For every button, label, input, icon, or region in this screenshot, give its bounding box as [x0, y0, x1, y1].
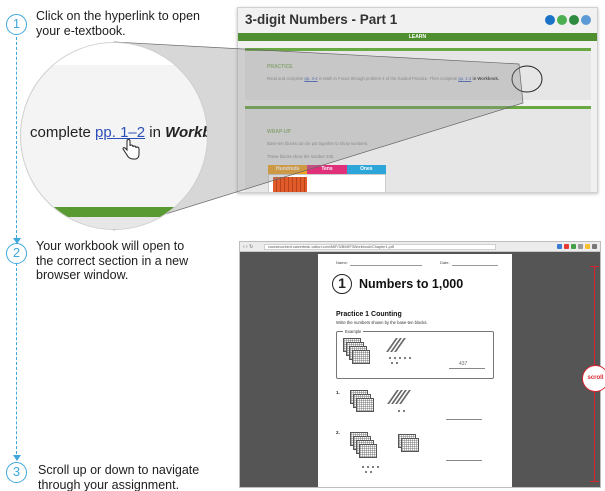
date-label: Date: [440, 260, 450, 265]
unit-cube [372, 466, 375, 469]
example-box: Example 437 [336, 329, 494, 379]
extension-icon[interactable] [571, 244, 576, 249]
unit-cube [398, 410, 401, 413]
pdf-page[interactable]: Name: Date: 1 Numbers to 1,000 Practice … [318, 254, 512, 487]
address-bar[interactable]: coursecontent.calvertedu cation.com/MIF/… [264, 244, 496, 250]
hundred-block [359, 444, 377, 458]
unit-cube [391, 362, 394, 365]
mag-text-before: complete [30, 124, 91, 141]
magnified-text: complete pp. 1–2 in Workboo [30, 124, 207, 141]
extension-icon[interactable] [578, 244, 583, 249]
unit-cube [365, 471, 368, 474]
example-label: Example [343, 329, 364, 334]
unit-cube [403, 410, 406, 413]
practice-title: Practice 1 Counting [336, 311, 402, 318]
unit-cube [367, 466, 370, 469]
hundred-block [352, 350, 370, 364]
problem-2-number: 2. [336, 430, 340, 435]
hundred-block [401, 438, 419, 452]
unit-cube [409, 357, 412, 360]
chapter-title: Numbers to 1,000 [359, 277, 464, 291]
extension-icon[interactable] [564, 244, 569, 249]
unit-cube [394, 357, 397, 360]
unit-cube [399, 357, 402, 360]
browser-window: ‹ › ↻ coursecontent.calvertedu cation.co… [239, 241, 601, 488]
unit-cube [404, 357, 407, 360]
nav-buttons-icon[interactable]: ‹ › ↻ [243, 244, 253, 250]
practice-instruction: Write the numbers shown by the base-ten … [336, 320, 428, 325]
extensions-area [557, 244, 597, 249]
browser-toolbar: ‹ › ↻ coursecontent.calvertedu cation.co… [240, 242, 600, 252]
unit-cube [362, 466, 365, 469]
chapter-number: 1 [332, 274, 352, 294]
magnifier-circle: complete pp. 1–2 in Workboo [20, 42, 208, 230]
scroll-badge: scroll [582, 365, 605, 392]
hundred-block [356, 398, 374, 412]
menu-icon[interactable] [592, 244, 597, 249]
name-label: Name: [336, 260, 348, 265]
example-answer: 437 [459, 361, 468, 367]
unit-cube [389, 357, 392, 360]
unit-cube [377, 466, 380, 469]
problem-1-number: 1. [336, 390, 340, 395]
hand-cursor-icon [122, 139, 140, 160]
unit-cube [370, 471, 373, 474]
mag-text-in: in [149, 124, 161, 141]
mag-workbook-text: Workboo [165, 124, 207, 141]
unit-cube [396, 362, 399, 365]
extension-icon[interactable] [585, 244, 590, 249]
extension-icon[interactable] [557, 244, 562, 249]
